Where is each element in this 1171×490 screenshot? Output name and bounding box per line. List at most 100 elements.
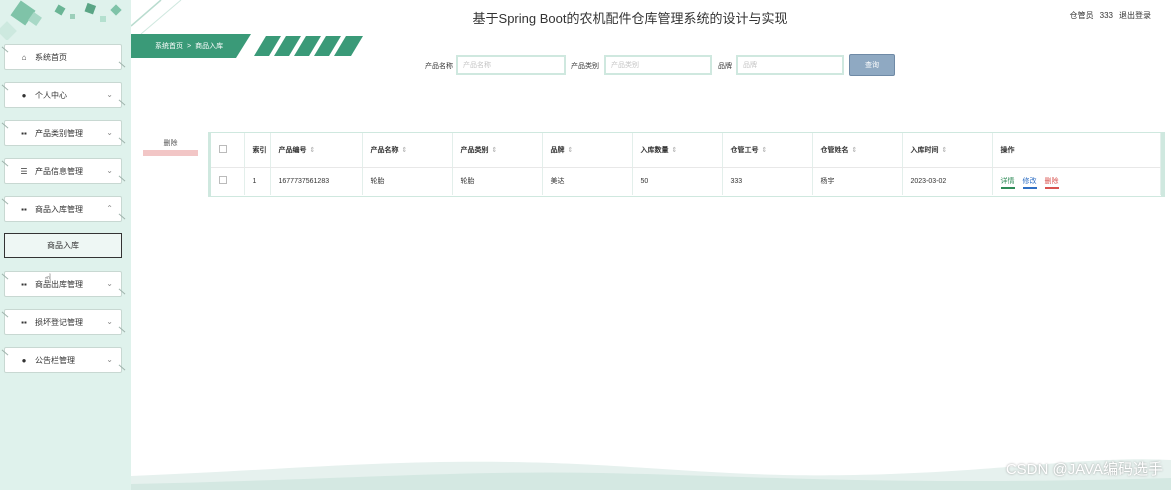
select-all-checkbox[interactable] <box>219 144 227 153</box>
stock-in-table: 索引 产品编号 ⇕ 产品名称 ⇕ 产品类别 ⇕ 品牌 ⇕ 入库数量 ⇕ 仓管工号 ⇕ 仓管姓… <box>208 132 1165 197</box>
table-header-row: 索引 产品编号 ⇕ 产品名称 ⇕ 产品类别 ⇕ 品牌 ⇕ 入库数量 ⇕ 仓管工号 ⇕ 仓管姓… <box>211 133 1161 168</box>
sort-icon[interactable]: ⇕ <box>762 147 768 154</box>
home-icon: ⌂ <box>21 52 27 62</box>
breadcrumb-separator: > <box>187 43 192 50</box>
query-button[interactable]: 查询 <box>849 54 895 76</box>
category-input[interactable] <box>604 55 712 75</box>
logout-link[interactable]: 退出登录 <box>1119 11 1151 20</box>
batch-delete-button[interactable]: 删除 <box>143 138 198 156</box>
header-time[interactable]: 入库时间 ⇕ <box>902 133 993 168</box>
user-role: 仓管员 <box>1069 11 1094 20</box>
product-name-input[interactable] <box>456 55 566 75</box>
brand-input[interactable] <box>736 55 844 75</box>
header-staff-no[interactable]: 仓管工号 ⇕ <box>722 133 813 168</box>
sidebar-item-product-info[interactable]: ☰ 产品信息管理 ⌄ <box>4 158 122 184</box>
logo-decoration <box>0 0 131 40</box>
chevron-down-icon: ⌄ <box>106 317 113 326</box>
table-row: 1 1677737561283 轮胎 轮胎 美达 50 333 杨宇 2023-… <box>211 167 1161 195</box>
sidebar: ⌂ 系统首页 ● 个人中心 ⌄ ▪▪ 产品类别管理 ⌄ ☰ 产品信息管理 ⌄ ▪… <box>0 0 131 490</box>
sort-icon[interactable]: ⇕ <box>402 147 408 154</box>
sidebar-item-label: 系统首页 <box>35 52 67 62</box>
sidebar-item-stock-in[interactable]: ▪▪ 商品入库管理 ⌃ <box>4 196 122 222</box>
header-index: 索引 <box>244 133 271 168</box>
header-label: 产品名称 <box>370 146 399 154</box>
header-staff-name[interactable]: 仓管姓名 ⇕ <box>812 133 903 168</box>
sidebar-item-personal-center[interactable]: ● 个人中心 ⌄ <box>4 82 122 108</box>
chevron-up-icon: ⌃ <box>106 204 113 213</box>
sidebar-item-stock-out[interactable]: ▪▪ 商品出库管理 ⌄ <box>4 271 122 297</box>
sidebar-item-product-category[interactable]: ▪▪ 产品类别管理 ⌄ <box>4 120 122 146</box>
cell-time: 2023-03-02 <box>902 167 993 195</box>
header-label: 入库数量 <box>640 146 669 154</box>
sidebar-item-label: 商品入库管理 <box>35 204 83 214</box>
header-operations: 操作 <box>992 133 1161 168</box>
cell-staff-no: 333 <box>722 167 813 195</box>
person-icon: ● <box>21 90 27 100</box>
detail-button[interactable]: 详情 <box>1000 178 1015 190</box>
header-decoration <box>131 0 182 34</box>
category-label: 产品类别 <box>571 63 599 70</box>
chevron-down-icon: ⌄ <box>106 128 113 137</box>
row-select-cell[interactable] <box>211 167 245 195</box>
grid-icon: ▪▪ <box>21 204 27 214</box>
sort-icon[interactable]: ⇕ <box>852 147 858 154</box>
cell-operations: 详情 修改 删除 <box>992 167 1161 195</box>
chevron-down-icon: ⌄ <box>106 279 113 288</box>
header-label: 仓管姓名 <box>820 146 849 154</box>
grid-icon: ▪▪ <box>21 128 27 138</box>
sidebar-item-home[interactable]: ⌂ 系统首页 <box>4 44 122 70</box>
watermark: CSDN @JAVA编码选手 <box>1005 461 1163 478</box>
cell-category: 轮胎 <box>452 167 543 195</box>
batch-delete-label: 删除 <box>163 140 178 147</box>
sidebar-item-label: 损坏登记管理 <box>35 317 83 327</box>
cell-product-no: 1677737561283 <box>270 167 363 195</box>
user-info: 仓管员 333 退出登录 <box>1064 10 1151 21</box>
header-label: 入库时间 <box>910 146 939 154</box>
header-quantity[interactable]: 入库数量 ⇕ <box>632 133 723 168</box>
sidebar-item-label: 产品类别管理 <box>35 128 83 138</box>
app-title: 基于Spring Boot的农机配件仓库管理系统的设计与实现 <box>472 11 788 26</box>
header-product-name[interactable]: 产品名称 ⇕ <box>362 133 453 168</box>
submenu-item-stock-in[interactable]: 商品入库 <box>4 233 122 258</box>
header-label: 产品类别 <box>460 146 489 154</box>
header-product-no[interactable]: 产品编号 ⇕ <box>270 133 363 168</box>
sort-icon[interactable]: ⇕ <box>492 147 498 154</box>
person-icon: ● <box>21 355 27 365</box>
breadcrumb-home[interactable]: 系统首页 <box>155 43 183 50</box>
brand-label: 品牌 <box>718 63 732 70</box>
user-id: 333 <box>1099 11 1113 20</box>
header-label: 仓管工号 <box>730 146 759 154</box>
edit-button[interactable]: 修改 <box>1022 178 1037 190</box>
cell-quantity: 50 <box>632 167 723 195</box>
cell-staff-name: 杨宇 <box>812 167 903 195</box>
header-brand[interactable]: 品牌 ⇕ <box>542 133 633 168</box>
chevron-down-icon: ⌄ <box>106 166 113 175</box>
header-category[interactable]: 产品类别 ⇕ <box>452 133 543 168</box>
sidebar-item-damage[interactable]: ▪▪ 损坏登记管理 ⌄ <box>4 309 122 335</box>
grid-icon: ▪▪ <box>21 279 27 289</box>
sort-icon[interactable]: ⇕ <box>310 147 316 154</box>
sidebar-item-label: 产品信息管理 <box>35 166 83 176</box>
breadcrumb: 系统首页 > 商品入库 <box>155 41 227 51</box>
product-name-label: 产品名称 <box>425 63 453 70</box>
select-all-cell[interactable] <box>211 133 245 168</box>
sidebar-item-label: 商品出库管理 <box>35 279 83 289</box>
sort-icon[interactable]: ⇕ <box>568 147 574 154</box>
breadcrumb-current: 商品入库 <box>195 43 224 50</box>
sidebar-item-notice[interactable]: ● 公告栏管理 ⌄ <box>4 347 122 373</box>
grid-icon: ▪▪ <box>21 317 27 327</box>
cell-product-name: 轮胎 <box>362 167 453 195</box>
hand-cursor-icon: ☝ <box>44 271 52 286</box>
list-icon: ☰ <box>20 166 28 176</box>
delete-button[interactable]: 删除 <box>1044 178 1059 190</box>
sort-icon[interactable]: ⇕ <box>942 147 948 154</box>
submenu-item-label: 商品入库 <box>47 241 79 250</box>
header-label: 品牌 <box>550 146 565 154</box>
cell-brand: 美达 <box>542 167 633 195</box>
sidebar-item-label: 个人中心 <box>35 90 67 100</box>
header-label: 产品编号 <box>278 146 307 154</box>
cell-index: 1 <box>244 167 271 195</box>
sidebar-item-label: 公告栏管理 <box>35 355 75 365</box>
sort-icon[interactable]: ⇕ <box>672 147 678 154</box>
row-checkbox[interactable] <box>219 176 227 185</box>
